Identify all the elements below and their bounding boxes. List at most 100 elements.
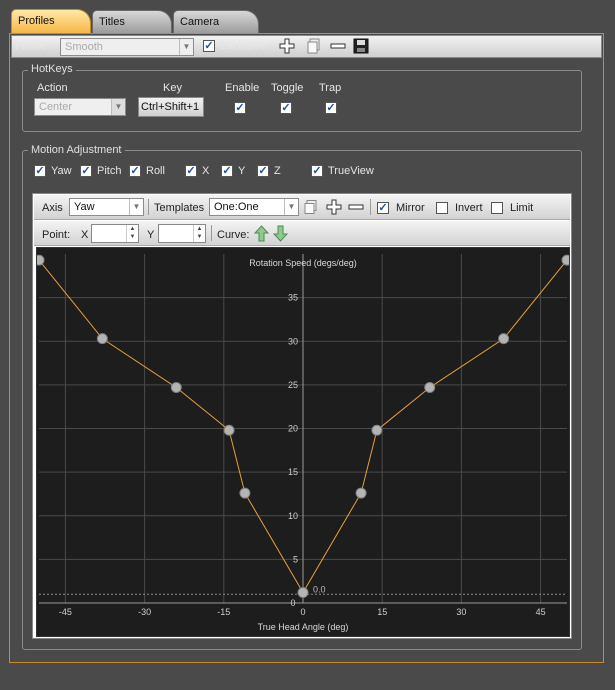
trap-column-header: Trap xyxy=(319,82,342,94)
limit-checkbox[interactable] xyxy=(491,202,503,214)
curve-chart[interactable]: 0.0 -45 -30 -15 0 15 30 45 5 10 15 20 25 30 35 0 Rotatio… xyxy=(33,248,573,636)
tab-camera-label: Camera xyxy=(180,16,220,28)
action-select[interactable]: Center ▼ xyxy=(34,98,126,116)
curve-point[interactable] xyxy=(424,381,436,393)
profile-select[interactable]: Smooth ▼ xyxy=(60,38,194,56)
tab-profiles-label: Profiles xyxy=(18,15,55,27)
toolbar-separator xyxy=(211,225,212,241)
mirror-label: Mirror xyxy=(396,202,425,214)
y-tick-label: 30 xyxy=(288,336,298,346)
pitch-checkbox[interactable]: ✓ xyxy=(80,165,92,177)
x-axis-label: True Head Angle (deg) xyxy=(258,622,349,632)
curve-point[interactable] xyxy=(498,333,510,345)
x-tick-label: -15 xyxy=(217,607,230,617)
mirror-checkbox[interactable]: ✓ xyxy=(377,202,389,214)
curve-plot[interactable]: 0.0 -45 -30 -15 0 15 30 45 5 10 15 20 25 30 35 0 Rotatio… xyxy=(33,247,573,637)
y-label: Y xyxy=(238,165,246,177)
curve-point[interactable] xyxy=(96,333,108,345)
curve-label: Curve: xyxy=(217,229,250,241)
arrow-up-icon[interactable] xyxy=(254,225,269,242)
copy-template-icon[interactable] xyxy=(304,200,318,215)
axis-toolbar: Axis Yaw ▼ Templates One:One ▼ ✓ Mirror … xyxy=(34,195,570,220)
key-field-value: Ctrl+Shift+1 xyxy=(141,101,200,113)
x-tick-label: 0 xyxy=(300,607,305,617)
tab-camera[interactable]: Camera xyxy=(173,10,259,33)
chevron-down-icon: ▼ xyxy=(179,39,193,55)
trueview-checkbox[interactable]: ✓ xyxy=(311,165,323,177)
y-tick-label: 5 xyxy=(293,554,298,564)
point-y-label: Y xyxy=(147,229,155,241)
add-point-icon[interactable] xyxy=(326,199,342,215)
curve-point[interactable] xyxy=(297,587,309,599)
action-column-header: Action xyxy=(37,82,68,94)
point-toolbar: Point: X ▲ ▼ Y ▲ ▼ Curve: xyxy=(34,221,570,246)
remove-profile-icon[interactable] xyxy=(330,38,346,54)
profile-toolbar: Profile : Smooth ▼ ✓ Exclusive xyxy=(11,35,602,58)
curve-editor: Axis Yaw ▼ Templates One:One ▼ ✓ Mirror … xyxy=(32,193,573,639)
point-y-field[interactable]: ▲ ▼ xyxy=(158,224,206,243)
spinner-arrows-icon[interactable]: ▲ ▼ xyxy=(126,225,138,242)
x-checkbox[interactable]: ✓ xyxy=(185,165,197,177)
tab-titles[interactable]: Titles xyxy=(92,10,172,33)
pitch-label: Pitch xyxy=(97,165,122,177)
add-profile-icon[interactable] xyxy=(279,38,295,54)
exclusive-checkbox[interactable]: ✓ xyxy=(203,40,215,52)
enable-column-header: Enable xyxy=(225,82,260,94)
profile-label: Profile : xyxy=(15,40,53,52)
point-x-field[interactable]: ▲ ▼ xyxy=(91,224,139,243)
arrow-down-icon[interactable] xyxy=(273,225,288,242)
y-tick-label: 25 xyxy=(288,380,298,390)
invert-checkbox[interactable] xyxy=(436,202,448,214)
spinner-arrows-icon[interactable]: ▲ ▼ xyxy=(193,225,205,242)
tab-profiles[interactable]: Profiles xyxy=(11,9,91,34)
chevron-down-icon: ▼ xyxy=(111,99,125,115)
x-tick-label: -45 xyxy=(59,607,72,617)
enable-checkbox[interactable]: ✓ xyxy=(234,102,246,114)
chevron-down-icon: ▼ xyxy=(129,199,143,215)
toggle-checkbox[interactable]: ✓ xyxy=(280,102,292,114)
motion-adjustment-title: Motion Adjustment xyxy=(28,144,125,156)
tab-titles-label: Titles xyxy=(99,16,125,28)
chevron-down-icon: ▼ xyxy=(284,199,298,215)
trap-checkbox[interactable]: ✓ xyxy=(325,102,337,114)
curve-point[interactable] xyxy=(223,424,235,436)
axis-select-value: Yaw xyxy=(74,201,95,213)
curve-point[interactable] xyxy=(239,487,251,499)
y-axis-label: Rotation Speed (degs/deg) xyxy=(249,258,357,268)
curve-point[interactable] xyxy=(170,381,182,393)
templates-select[interactable]: One:One ▼ xyxy=(209,198,299,216)
y-tick-label: 15 xyxy=(288,467,298,477)
z-checkbox[interactable]: ✓ xyxy=(257,165,269,177)
z-label: Z xyxy=(274,165,281,177)
toggle-column-header: Toggle xyxy=(271,82,304,94)
copy-profile-icon[interactable] xyxy=(306,38,322,54)
curve-point[interactable] xyxy=(561,254,573,266)
invert-label: Invert xyxy=(455,202,483,214)
remove-point-icon[interactable] xyxy=(348,199,364,215)
curve-point[interactable] xyxy=(371,424,383,436)
templates-label: Templates xyxy=(154,202,205,214)
y-checkbox[interactable]: ✓ xyxy=(221,165,233,177)
yaw-label: Yaw xyxy=(51,165,72,177)
point-x-label: X xyxy=(81,229,89,241)
exclusive-label: Exclusive xyxy=(220,40,267,52)
key-column-header: Key xyxy=(163,82,182,94)
axis-select[interactable]: Yaw ▼ xyxy=(69,198,144,216)
roll-label: Roll xyxy=(146,165,165,177)
curve-point[interactable] xyxy=(33,254,45,266)
roll-checkbox[interactable]: ✓ xyxy=(129,165,141,177)
x-label: X xyxy=(202,165,210,177)
templates-select-value: One:One xyxy=(214,201,259,213)
baseline-label: 0.0 xyxy=(313,584,326,594)
toolbar-separator xyxy=(370,199,371,215)
limit-label: Limit xyxy=(510,202,534,214)
x-tick-label: 45 xyxy=(536,607,546,617)
curve-point[interactable] xyxy=(355,487,367,499)
yaw-checkbox[interactable]: ✓ xyxy=(34,165,46,177)
x-tick-label: 30 xyxy=(456,607,466,617)
key-field[interactable]: Ctrl+Shift+1 xyxy=(138,97,204,117)
origin-label: 0 xyxy=(290,598,295,608)
trueview-label: TrueView xyxy=(328,165,374,177)
y-tick-label: 20 xyxy=(288,424,298,434)
save-icon[interactable] xyxy=(353,38,369,54)
